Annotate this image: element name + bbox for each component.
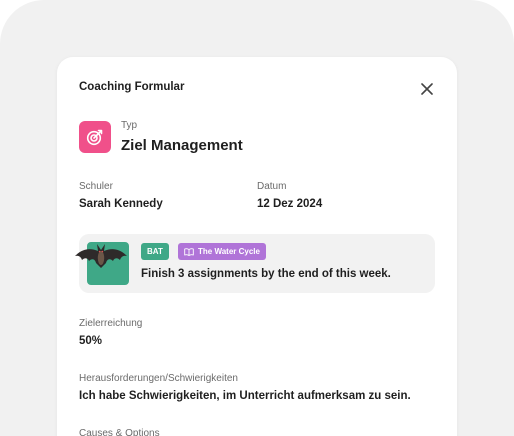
challenges-value: Ich habe Schwierigkeiten, im Unterricht …: [79, 390, 411, 402]
achievement-label: Zielerreichung: [79, 318, 143, 329]
category-tag: BAT: [141, 243, 169, 260]
challenges-label: Herausforderungen/Schwierigkeiten: [79, 373, 238, 384]
close-button[interactable]: [417, 79, 437, 99]
achievement-value: 50%: [79, 335, 103, 347]
date-value: 12 Dez 2024: [257, 198, 323, 210]
topic-tag-label: The Water Cycle: [198, 247, 260, 256]
goal-text: Finish 3 assignments by the end of this …: [141, 268, 391, 280]
bat-icon: [75, 244, 127, 268]
close-icon: [421, 83, 433, 95]
topic-tag: The Water Cycle: [178, 243, 266, 260]
type-value: Ziel Management: [121, 137, 243, 154]
date-label: Datum: [257, 181, 287, 192]
device-frame: Coaching Formular Typ Ziel Management Sc…: [0, 0, 514, 436]
student-label: Schuler: [79, 181, 113, 192]
target-icon: [86, 129, 103, 146]
type-badge: [79, 121, 111, 153]
form-title: Coaching Formular: [79, 81, 185, 93]
student-value: Sarah Kennedy: [79, 198, 163, 210]
goal-activity-card[interactable]: BAT The Water Cycle Finish 3 assignments…: [75, 234, 435, 293]
type-label: Typ: [121, 120, 138, 131]
coaching-form-card: Coaching Formular Typ Ziel Management Sc…: [57, 57, 457, 436]
book-icon: [184, 247, 194, 256]
causes-label: Causes & Options: [79, 428, 160, 436]
